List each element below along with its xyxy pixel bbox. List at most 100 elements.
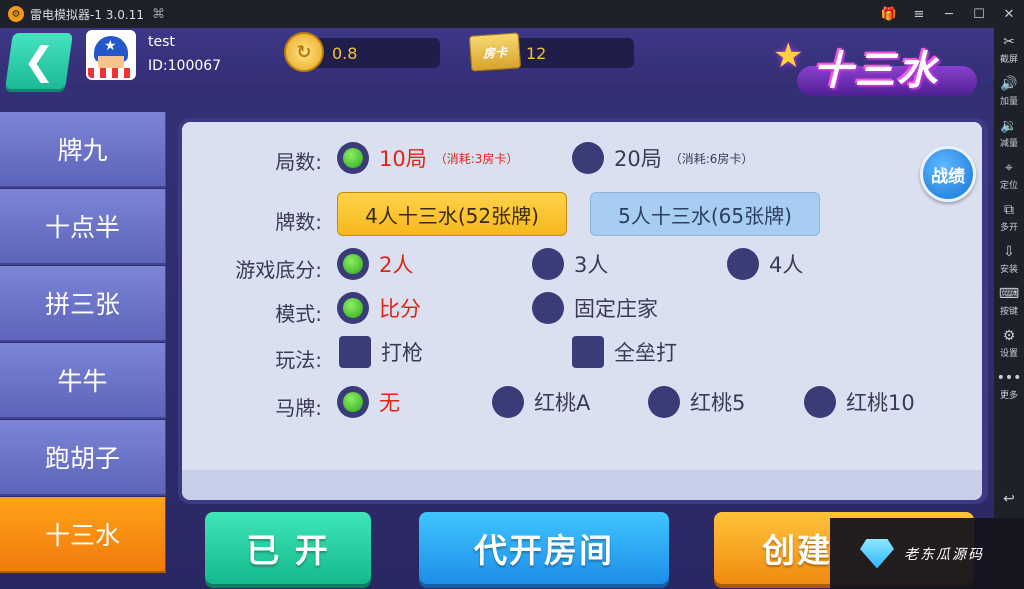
mode-option-score[interactable]: 比分 bbox=[337, 292, 421, 324]
toolbar-item-keymap[interactable]: ⌨ 按键 bbox=[994, 280, 1024, 322]
toolbar-item-label: 设置 bbox=[999, 348, 1018, 359]
user-name: test bbox=[148, 34, 175, 50]
room-card-value: 12 bbox=[526, 43, 547, 63]
sidebar-item-shisanshui[interactable]: 十三水 bbox=[0, 497, 166, 573]
horse-option-heart-10[interactable]: 红桃10 bbox=[804, 386, 915, 418]
rounds-option-10[interactable]: 10局 （消耗:3房卡） bbox=[337, 142, 518, 174]
close-icon[interactable]: ✕ bbox=[994, 0, 1024, 28]
window-title: 雷电模拟器-1 3.0.11 bbox=[30, 7, 144, 22]
horse-option-none[interactable]: 无 bbox=[337, 386, 400, 418]
mode-label: 模式: bbox=[275, 302, 322, 326]
avatar-star-icon: ★ bbox=[104, 38, 117, 54]
room-card-icon: 房卡 bbox=[468, 32, 522, 72]
emulator-window: ⚙ 雷电模拟器-1 3.0.11 ⌘ 🎁 ≡ ─ ☐ ✕ ❮ ★ test ID… bbox=[0, 0, 1024, 589]
back-button[interactable]: ❮ bbox=[5, 33, 73, 89]
option-label: 20局 bbox=[614, 147, 662, 171]
mode-option-fixed-banker[interactable]: 固定庄家 bbox=[532, 292, 658, 324]
option-label: 4人 bbox=[769, 253, 804, 277]
avatar[interactable]: ★ bbox=[86, 30, 136, 80]
window-controls: 🎁 ≡ ─ ☐ ✕ bbox=[874, 0, 1024, 28]
cards-option-52[interactable]: 4人十三水(52张牌) bbox=[337, 192, 567, 236]
toolbar-item-more[interactable]: ••• 更多 bbox=[994, 364, 1024, 406]
radio-button[interactable] bbox=[492, 386, 524, 418]
settings-icon: ⚙ bbox=[1002, 327, 1016, 344]
sidebar-item-niuniu[interactable]: 牛牛 bbox=[0, 343, 166, 419]
option-cost: （消耗:3房卡） bbox=[434, 151, 519, 166]
multi-instance-icon: ⧉ bbox=[1004, 201, 1014, 218]
radio-button[interactable] bbox=[337, 248, 369, 280]
radio-button[interactable] bbox=[804, 386, 836, 418]
chevron-left-icon: ❮ bbox=[23, 39, 55, 83]
maximize-icon[interactable]: ☐ bbox=[964, 0, 994, 28]
toolbar-item-label: 截屏 bbox=[999, 54, 1018, 65]
opened-rooms-button[interactable]: 已 开 bbox=[205, 512, 371, 584]
checkbox[interactable] bbox=[572, 336, 604, 368]
option-label: 全垒打 bbox=[614, 341, 677, 365]
emulator-logo-icon: ⚙ bbox=[8, 6, 24, 22]
toolbar-item-label: 更多 bbox=[999, 390, 1018, 401]
play-option-quanleida[interactable]: 全垒打 bbox=[572, 336, 677, 368]
coin-value: 0.8 bbox=[332, 43, 358, 63]
option-label: 无 bbox=[379, 391, 400, 415]
horse-option-heart-5[interactable]: 红桃5 bbox=[648, 386, 745, 418]
game-sidebar: 牌九 十点半 拼三张 牛牛 跑胡子 十三水 bbox=[0, 112, 166, 589]
install-icon: ⇩ bbox=[1003, 243, 1015, 260]
base-score-option-4[interactable]: 4人 bbox=[727, 248, 803, 280]
watermark-text: 老东瓜源码 bbox=[904, 546, 984, 563]
toolbar-item-volume-up[interactable]: 🔊 加量 bbox=[994, 70, 1024, 112]
toolbar-item-label: 多开 bbox=[999, 222, 1018, 233]
toolbar-item-volume-down[interactable]: 🔉 减量 bbox=[994, 112, 1024, 154]
cards-option-65[interactable]: 5人十三水(65张牌) bbox=[590, 192, 820, 236]
toolbar-item-label: 加量 bbox=[999, 96, 1018, 107]
toolbar-item-label: 定位 bbox=[999, 180, 1018, 191]
toolbar-item-multi-instance[interactable]: ⧉ 多开 bbox=[994, 196, 1024, 238]
radio-button[interactable] bbox=[532, 248, 564, 280]
radio-button[interactable] bbox=[648, 386, 680, 418]
option-label: 红桃10 bbox=[846, 391, 915, 415]
screenshot-icon: ✂ bbox=[1003, 33, 1015, 50]
radio-button[interactable] bbox=[727, 248, 759, 280]
keymap-icon: ⌨ bbox=[998, 285, 1020, 302]
radio-button[interactable] bbox=[337, 142, 369, 174]
toolbar-item-location[interactable]: ⌖ 定位 bbox=[994, 154, 1024, 196]
radio-button[interactable] bbox=[337, 386, 369, 418]
record-button[interactable]: 战绩 bbox=[920, 146, 976, 202]
more-icon: ••• bbox=[996, 369, 1022, 386]
logo-title: 十三水 bbox=[813, 48, 939, 94]
base-score-label: 游戏底分: bbox=[235, 258, 322, 282]
back-arrow-icon[interactable]: ↩ bbox=[994, 491, 1024, 507]
play-option-daqiang[interactable]: 打枪 bbox=[339, 336, 423, 368]
toolbar-item-screenshot[interactable]: ✂ 截屏 bbox=[994, 28, 1024, 70]
room-card-balance: 房卡 12 bbox=[468, 32, 634, 72]
horse-option-heart-a[interactable]: 红桃A bbox=[492, 386, 590, 418]
radio-button[interactable] bbox=[572, 142, 604, 174]
sidebar-item-paijiu[interactable]: 牌九 bbox=[0, 112, 166, 188]
avatar-stripes bbox=[88, 68, 134, 78]
toolbar-item-label: 安装 bbox=[999, 264, 1018, 275]
watermark: 老东瓜源码 bbox=[830, 518, 1024, 589]
checkbox[interactable] bbox=[339, 336, 371, 368]
rounds-option-20[interactable]: 20局 （消耗:6房卡） bbox=[572, 142, 753, 174]
toolbar-item-label: 减量 bbox=[999, 138, 1018, 149]
radio-button[interactable] bbox=[532, 292, 564, 324]
menu-icon[interactable]: ≡ bbox=[904, 0, 934, 28]
settings-panel: 局数: 10局 （消耗:3房卡） 20局 （消耗:6房卡） 战绩 牌数: 4人十… bbox=[178, 118, 988, 504]
panel-footer bbox=[182, 470, 982, 500]
base-score-option-3[interactable]: 3人 bbox=[532, 248, 608, 280]
settings-content: 局数: 10局 （消耗:3房卡） 20局 （消耗:6房卡） 战绩 牌数: 4人十… bbox=[182, 122, 982, 500]
sidebar-item-pinsanzhang[interactable]: 拼三张 bbox=[0, 266, 166, 342]
toolbar-item-settings[interactable]: ⚙ 设置 bbox=[994, 322, 1024, 364]
gift-icon[interactable]: 🎁 bbox=[874, 0, 904, 28]
sidebar-item-shidianban[interactable]: 十点半 bbox=[0, 189, 166, 265]
star-icon: ★ bbox=[773, 36, 804, 76]
minimize-icon[interactable]: ─ bbox=[934, 0, 964, 28]
option-label: 红桃5 bbox=[690, 391, 746, 415]
horse-card-label: 马牌: bbox=[275, 396, 322, 420]
gamepad-icon[interactable]: ⌘ bbox=[152, 7, 165, 22]
sidebar-item-paohuzi[interactable]: 跑胡子 bbox=[0, 420, 166, 496]
rounds-label: 局数: bbox=[275, 150, 322, 174]
toolbar-item-install[interactable]: ⇩ 安装 bbox=[994, 238, 1024, 280]
radio-button[interactable] bbox=[337, 292, 369, 324]
base-score-option-2[interactable]: 2人 bbox=[337, 248, 413, 280]
proxy-room-button[interactable]: 代开房间 bbox=[419, 512, 669, 584]
